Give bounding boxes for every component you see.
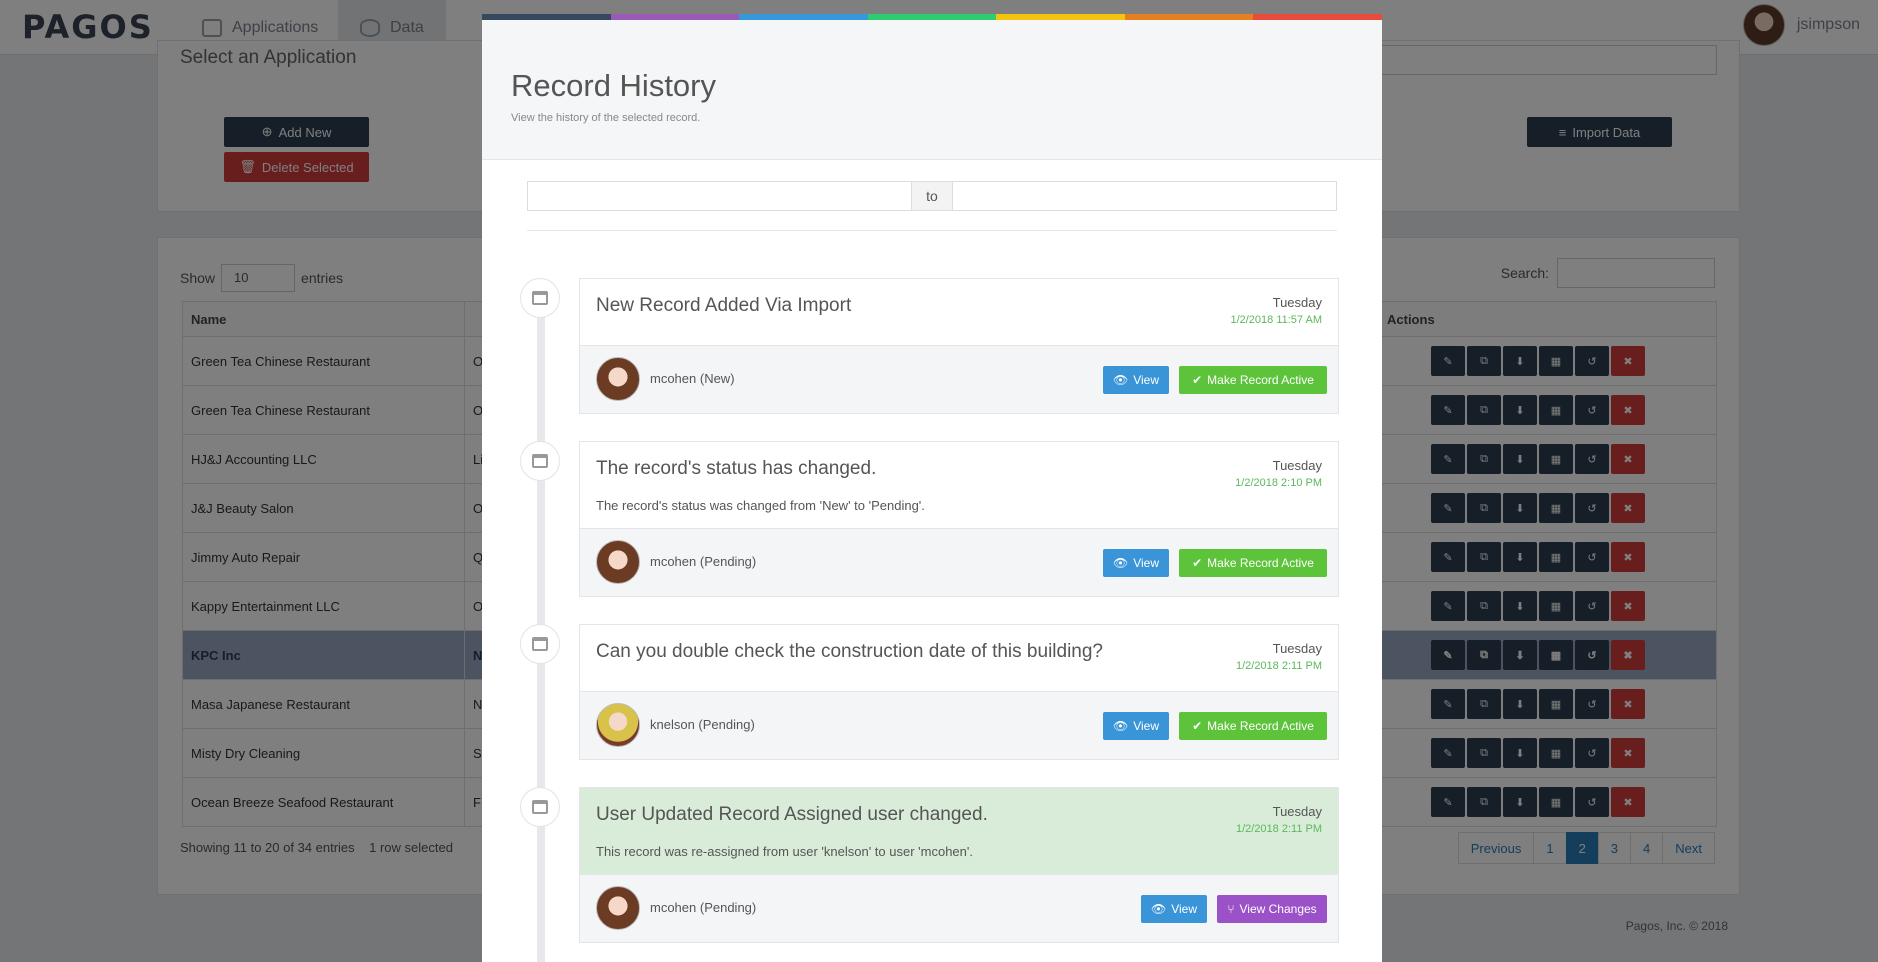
history-entry: The record's status has changed. The rec… <box>579 441 1339 597</box>
view-label: View <box>1133 373 1160 387</box>
to-label: to <box>912 181 952 211</box>
avatar <box>596 357 640 401</box>
start-date-input[interactable] <box>527 181 912 211</box>
view-button[interactable]: 👁 View <box>1103 712 1169 740</box>
rainbow-segment <box>482 14 611 20</box>
calendar-icon <box>520 278 560 318</box>
rainbow-bar <box>482 14 1382 20</box>
end-date-input[interactable] <box>952 181 1337 211</box>
history-entry: Can you double check the construction da… <box>579 624 1339 760</box>
make-active-label: Make Record Active <box>1207 556 1314 570</box>
entry-day: Tuesday <box>1272 804 1322 819</box>
avatar <box>596 540 640 584</box>
view-button[interactable]: 👁 View <box>1103 366 1169 394</box>
view-changes-button[interactable]: ⑂ View Changes <box>1217 895 1327 923</box>
view-label: View <box>1171 902 1198 916</box>
rainbow-segment <box>996 14 1125 20</box>
check-icon: ✔ <box>1192 373 1203 387</box>
make-record-active-button[interactable]: ✔ Make Record Active <box>1179 712 1327 740</box>
entry-description: The record's status was changed from 'Ne… <box>596 498 925 513</box>
record-history-modal: Record History View the history of the s… <box>482 14 1382 962</box>
rainbow-segment <box>739 14 868 20</box>
entry-date: 1/2/2018 2:10 PM <box>1235 477 1322 489</box>
history-entry: User Updated Record Assigned user change… <box>579 787 1339 943</box>
view-label: View <box>1133 719 1160 733</box>
view-button[interactable]: 👁 View <box>1103 549 1169 577</box>
calendar-icon <box>520 441 560 481</box>
view-label: View <box>1133 556 1160 570</box>
entry-footer: mcohen (Pending) 👁 View ⑂ View Changes <box>580 874 1338 942</box>
entry-user: knelson (Pending) <box>650 717 755 732</box>
entry-day: Tuesday <box>1272 641 1322 656</box>
entry-title: Can you double check the construction da… <box>596 641 1103 662</box>
date-range-filter: to <box>527 181 1337 211</box>
entry-footer: mcohen (New) 👁 View ✔ Make Record Active <box>580 345 1338 413</box>
modal-title: Record History <box>511 68 716 103</box>
eye-icon: 👁 <box>1112 556 1129 570</box>
entry-date: 1/2/2018 11:57 AM <box>1230 314 1322 326</box>
avatar <box>596 886 640 930</box>
modal-subtitle: View the history of the selected record. <box>511 112 701 124</box>
entry-day: Tuesday <box>1272 458 1322 473</box>
entry-footer: mcohen (Pending) 👁 View ✔ Make Record Acti… <box>580 528 1338 596</box>
entry-title: New Record Added Via Import <box>596 295 852 316</box>
make-record-active-button[interactable]: ✔ Make Record Active <box>1179 549 1327 577</box>
check-icon: ✔ <box>1192 556 1203 570</box>
make-active-label: Make Record Active <box>1207 719 1314 733</box>
branch-icon: ⑂ <box>1227 902 1235 916</box>
entry-footer: knelson (Pending) 👁 View ✔ Make Record Act… <box>580 691 1338 759</box>
entry-date: 1/2/2018 2:11 PM <box>1235 660 1322 672</box>
entry-description: This record was re-assigned from user 'k… <box>596 844 973 859</box>
make-active-label: Make Record Active <box>1207 373 1314 387</box>
check-icon: ✔ <box>1192 719 1203 733</box>
rainbow-segment <box>610 14 740 20</box>
rainbow-segment <box>1124 14 1254 20</box>
entry-user: mcohen (New) <box>650 371 735 386</box>
calendar-icon <box>520 787 560 827</box>
entry-title: The record's status has changed. <box>596 458 877 479</box>
rainbow-segment <box>1253 14 1382 20</box>
view-changes-label: View Changes <box>1239 902 1317 916</box>
make-record-active-button[interactable]: ✔ Make Record Active <box>1179 366 1327 394</box>
calendar-icon <box>520 624 560 664</box>
entry-title: User Updated Record Assigned user change… <box>596 804 988 825</box>
eye-icon: 👁 <box>1112 373 1129 387</box>
modal-header: Record History View the history of the s… <box>482 20 1382 160</box>
view-button[interactable]: 👁 View <box>1141 895 1207 923</box>
rainbow-segment <box>867 14 997 20</box>
entry-day: Tuesday <box>1272 295 1322 310</box>
eye-icon: 👁 <box>1150 902 1167 916</box>
avatar <box>596 703 640 747</box>
divider <box>527 230 1337 231</box>
history-entry: New Record Added Via Import Tuesday 1/2/… <box>579 278 1339 414</box>
entry-user: mcohen (Pending) <box>650 900 757 915</box>
entry-date: 1/2/2018 2:11 PM <box>1235 823 1322 835</box>
entry-user: mcohen (Pending) <box>650 554 757 569</box>
eye-icon: 👁 <box>1112 719 1129 733</box>
